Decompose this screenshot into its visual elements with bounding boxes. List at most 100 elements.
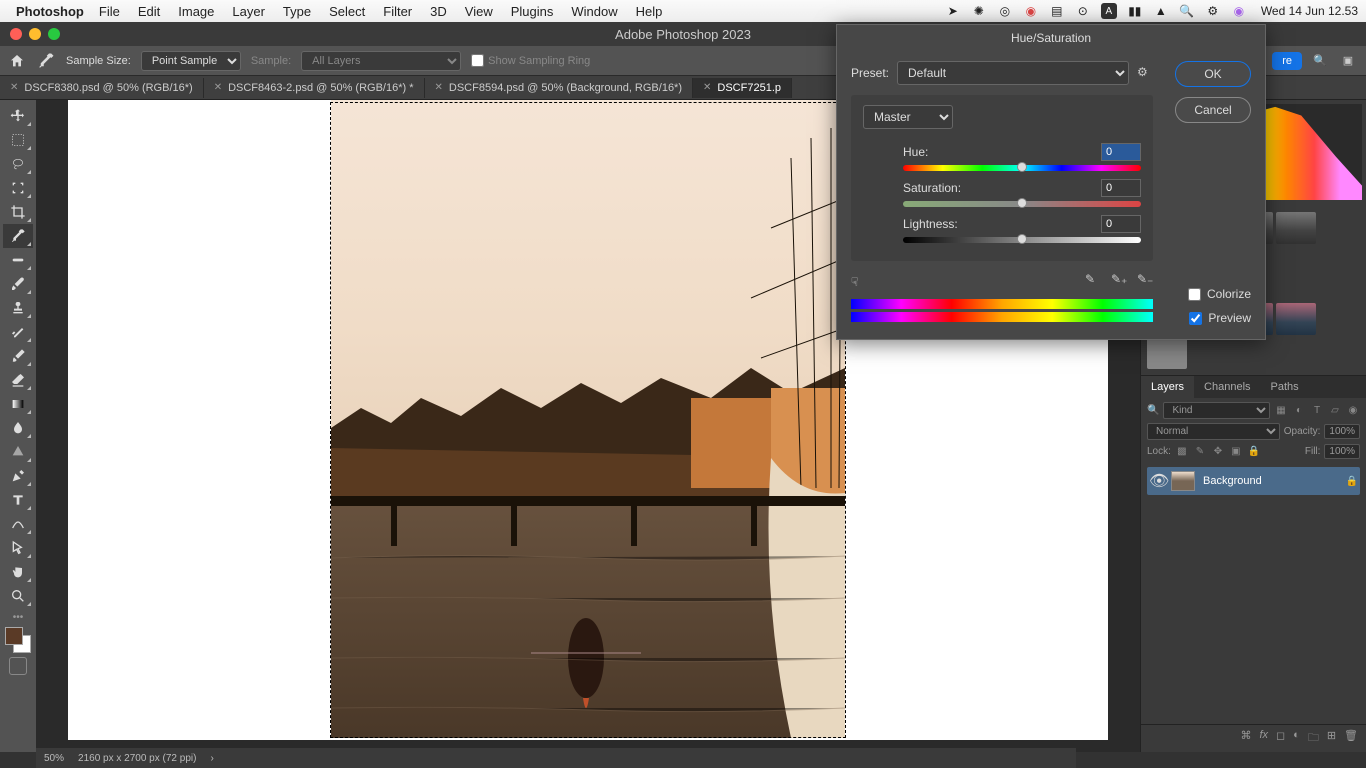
ok-button[interactable]: OK [1175, 61, 1251, 87]
hand-tool-icon[interactable] [3, 560, 33, 584]
layer-name[interactable]: Background [1203, 475, 1338, 487]
dodge-tool-icon[interactable] [3, 440, 33, 464]
filter-pixel-icon[interactable]: ▦ [1274, 404, 1288, 418]
filter-adjust-icon[interactable]: ◐ [1292, 404, 1306, 418]
gear-icon[interactable]: ⚙ [1137, 65, 1153, 81]
menubar-extra-icon[interactable]: ▤ [1049, 3, 1065, 19]
zoom-tool-icon[interactable] [3, 584, 33, 608]
app-name[interactable]: Photoshop [16, 4, 84, 19]
menubar-extra-icon[interactable]: ◉ [1023, 3, 1039, 19]
menu-select[interactable]: Select [320, 2, 374, 21]
lock-all-icon[interactable]: 🔒 [1247, 445, 1261, 459]
layer-row-background[interactable]: 👁 Background 🔒 [1147, 467, 1360, 495]
color-swatches[interactable] [5, 627, 31, 653]
saturation-input[interactable] [1101, 179, 1141, 197]
eraser-tool-icon[interactable] [3, 368, 33, 392]
channel-select[interactable]: Master [863, 105, 953, 129]
pen-tool-icon[interactable] [3, 464, 33, 488]
layer-thumbnail[interactable] [1171, 471, 1195, 491]
menu-view[interactable]: View [456, 2, 502, 21]
panel-tab-paths[interactable]: Paths [1261, 376, 1309, 398]
blend-mode-select[interactable]: Normal [1147, 423, 1280, 440]
menu-type[interactable]: Type [274, 2, 320, 21]
battery-icon[interactable]: ▮▮ [1127, 3, 1143, 19]
opacity-field[interactable]: 100% [1324, 424, 1360, 439]
menubar-play-icon[interactable]: ⊙ [1075, 3, 1091, 19]
targeted-adjust-icon[interactable]: ☟ [851, 275, 858, 289]
layer-visibility-icon[interactable]: 👁 [1149, 471, 1163, 491]
selection-tool-icon[interactable] [3, 176, 33, 200]
stamp-tool-icon[interactable] [3, 296, 33, 320]
link-layers-icon[interactable]: ⌘ [1240, 729, 1251, 748]
minimize-window-button[interactable] [29, 28, 41, 40]
zoom-level[interactable]: 50% [44, 753, 64, 764]
menubar-extra-icon[interactable]: ✺ [971, 3, 987, 19]
preset-thumbnail[interactable] [1147, 337, 1187, 369]
layer-lock-icon[interactable]: 🔒 [1346, 476, 1358, 487]
history-brush-tool-icon[interactable] [3, 320, 33, 344]
close-tab-icon[interactable]: ✕ [703, 82, 711, 93]
sample-scope-select[interactable]: All Layers [301, 51, 461, 71]
search-icon[interactable]: 🔍 [1147, 405, 1159, 416]
menu-layer[interactable]: Layer [223, 2, 274, 21]
lock-transparent-icon[interactable]: ▩ [1175, 445, 1189, 459]
hue-saturation-dialog[interactable]: Hue/Saturation Preset: Default ⚙ Master … [836, 24, 1266, 340]
lock-artboard-icon[interactable]: ▣ [1229, 445, 1243, 459]
add-mask-icon[interactable]: ◻ [1276, 729, 1285, 748]
wifi-icon[interactable]: ▲ [1153, 3, 1169, 19]
spotlight-icon[interactable]: 🔍 [1179, 3, 1195, 19]
fill-field[interactable]: 100% [1324, 444, 1360, 459]
layer-kind-filter[interactable]: Kind [1163, 402, 1270, 419]
search-icon[interactable]: 🔍 [1310, 51, 1330, 71]
new-adjustment-icon[interactable]: ◐ [1293, 729, 1300, 748]
menu-plugins[interactable]: Plugins [502, 2, 563, 21]
menu-image[interactable]: Image [169, 2, 223, 21]
document-tab[interactable]: ✕DSCF8463-2.psd @ 50% (RGB/16*) * [204, 78, 425, 98]
eyedropper-tool-icon[interactable] [3, 224, 33, 248]
quick-mask-icon[interactable] [9, 657, 27, 675]
lightness-slider[interactable] [903, 237, 1141, 243]
delete-layer-icon[interactable]: 🗑 [1344, 729, 1358, 748]
menu-window[interactable]: Window [562, 2, 626, 21]
control-center-icon[interactable]: ⚙ [1205, 3, 1221, 19]
lock-brush-icon[interactable]: ✎ [1193, 445, 1207, 459]
direct-select-tool-icon[interactable] [3, 536, 33, 560]
filter-type-icon[interactable]: T [1310, 404, 1324, 418]
document-dims[interactable]: 2160 px x 2700 px (72 ppi) [78, 753, 196, 764]
hue-input[interactable] [1101, 143, 1141, 161]
type-tool-icon[interactable] [3, 488, 33, 512]
toolbar-more-icon[interactable]: ••• [13, 612, 24, 623]
filter-smart-icon[interactable]: ◉ [1346, 404, 1360, 418]
saturation-slider[interactable] [903, 201, 1141, 207]
home-icon[interactable] [8, 52, 26, 70]
eyedropper-icon[interactable]: ✎ [1085, 272, 1101, 288]
layer-fx-icon[interactable]: fx [1259, 729, 1268, 748]
workspace-icon[interactable]: ▣ [1338, 51, 1358, 71]
sample-size-select[interactable]: Point Sample [141, 51, 241, 71]
cancel-button[interactable]: Cancel [1175, 97, 1251, 123]
preview-checkbox[interactable]: Preview [1189, 311, 1251, 325]
colorize-checkbox[interactable]: Colorize [1188, 287, 1251, 301]
lock-move-icon[interactable]: ✥ [1211, 445, 1225, 459]
close-window-button[interactable] [10, 28, 22, 40]
brush-tool-icon[interactable] [3, 272, 33, 296]
close-tab-icon[interactable]: ✕ [435, 82, 443, 93]
move-tool-icon[interactable] [3, 104, 33, 128]
new-layer-icon[interactable]: ⊞ [1327, 729, 1336, 748]
eyedropper-add-icon[interactable]: ✎₊ [1111, 272, 1127, 288]
lightness-input[interactable] [1101, 215, 1141, 233]
lasso-tool-icon[interactable] [3, 152, 33, 176]
panel-tab-channels[interactable]: Channels [1194, 376, 1260, 398]
eyedropper-subtract-icon[interactable]: ✎₋ [1137, 272, 1153, 288]
menubar-datetime[interactable]: Wed 14 Jun 12.53 [1261, 4, 1358, 18]
menu-help[interactable]: Help [627, 2, 672, 21]
preset-thumbnail[interactable] [1276, 212, 1316, 244]
menubar-extra-icon[interactable]: ➤ [945, 3, 961, 19]
heal-tool-icon[interactable] [3, 248, 33, 272]
close-tab-icon[interactable]: ✕ [214, 82, 222, 93]
preset-thumbnail[interactable] [1276, 303, 1316, 335]
eyedropper-tool-icon[interactable] [36, 51, 56, 71]
share-button[interactable]: re [1272, 52, 1302, 70]
gradient-tool-icon[interactable] [3, 392, 33, 416]
menubar-a-icon[interactable]: A [1101, 3, 1117, 19]
